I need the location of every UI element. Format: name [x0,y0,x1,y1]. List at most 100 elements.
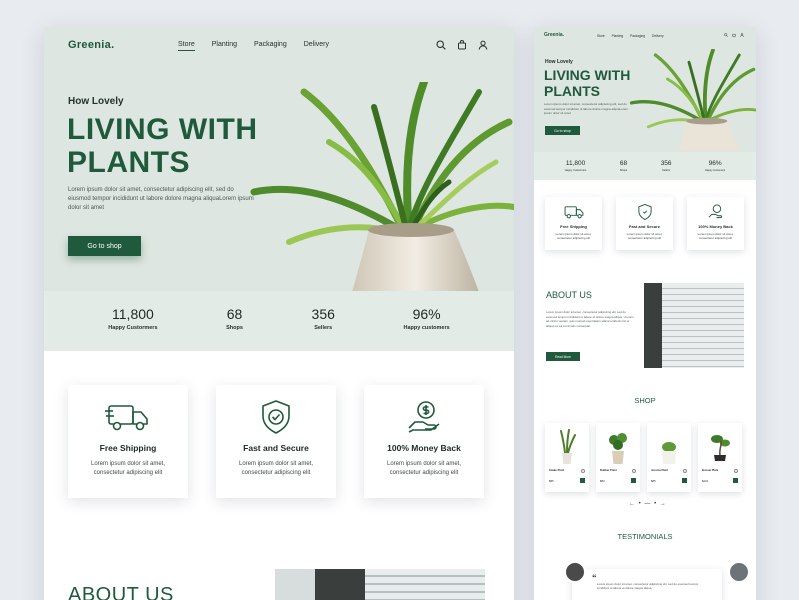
avatar[interactable] [728,561,750,583]
product-list: Snake Plant $85 Rubber Plant $80 Jessica… [545,423,742,492]
feature-description: Lorem ipsum dolor sit amet, consectetur … [90,461,166,476]
product-card[interactable]: Jessica Plant $85 [647,423,691,492]
add-to-cart-button[interactable] [733,478,738,483]
feature-card-money-back[interactable]: 100% Money Back Lorem ipsum dolor sit am… [687,197,744,250]
product-price: $85 [549,479,554,483]
nav-item-store[interactable]: Store [178,41,195,51]
heart-icon[interactable] [632,469,636,473]
feature-title: Free Shipping [99,443,157,453]
hero-plant-image [629,49,756,151]
stat-label: Sellers [314,325,333,331]
brand-logo[interactable]: Greenia. [68,39,114,51]
feature-card-shipping[interactable]: Free Shipping Lorem ipsum dolor sit amet… [68,385,188,498]
hero-description: Lorem ipsum dolor sit amet, consectetur … [68,187,254,211]
product-card[interactable]: Rubber Plant $80 [596,423,640,492]
feature-description: Lorem ipsum dolor sit amet, consectetur … [555,232,592,240]
hero-title: LIVING WITH PLANTS [67,113,307,179]
stat-value: 11,800 [112,306,154,322]
stat-value: 11,800 [565,160,586,167]
hero-eyebrow: How Lovely [68,96,124,107]
shop-title: SHOP [634,396,656,405]
feature-title: Free Shipping [560,224,587,229]
user-icon[interactable] [740,33,744,37]
bag-icon[interactable] [457,40,467,50]
heart-icon[interactable] [734,469,738,473]
money-hand-icon [408,401,440,433]
bag-icon[interactable] [732,33,736,37]
stat-value: 68 [619,160,628,167]
stat-item: 96% Happy customers [705,152,725,180]
product-card[interactable]: Bonsai Plant $210 [698,423,742,492]
main-menu: Store Planting Packaging Delivery [178,41,329,51]
go-to-shop-button[interactable]: Go to shop [68,236,141,256]
product-card[interactable]: Snake Plant $85 [545,423,589,492]
about-image [275,569,485,600]
feature-title: Fast and Secure [629,224,660,229]
product-name: Rubber Plant [600,469,617,472]
feature-card-secure[interactable]: Fast and Secure Lorem ipsum dolor sit am… [216,385,336,498]
hero-description: Lorem ipsum dolor sit amet, consectetur … [544,102,629,115]
feature-card-secure[interactable]: Fast and Secure Lorem ipsum dolor sit am… [616,197,673,250]
add-to-cart-button[interactable] [682,478,687,483]
product-name: Bonsai Plant [702,469,719,472]
about-text: Lorem ipsum dolor sit amet, consectetur … [546,310,634,328]
feature-card-shipping[interactable]: Free Shipping Lorem ipsum dolor sit amet… [545,197,602,250]
stat-item: 68 Shops [620,152,627,180]
rubber-plant-image [609,433,627,464]
feature-title: 100% Money Back [698,224,733,229]
feature-description: Lorem ipsum dolor sit amet, consectetur … [238,461,314,476]
user-icon[interactable] [478,40,488,50]
product-name: Jessica Plant [651,469,669,472]
read-more-button[interactable]: Read More [546,352,580,361]
avatar[interactable] [564,561,586,583]
testimonial-card: “ Lorem ipsum dolor sit amet, consectetu… [572,569,722,600]
stat-label: Sellers [662,168,671,172]
carousel-pager[interactable]: ← • — • → [629,501,667,507]
jessica-plant-image [662,442,676,464]
top-navbar: Greenia. Store Planting Packaging Delive… [44,27,514,67]
feature-title: 100% Money Back [387,443,461,453]
hero-title-line-1: LIVING WITH [544,67,631,83]
main-menu: Store Planting Packaging Delivery [597,34,664,38]
truck-icon [564,206,583,219]
go-to-shop-button[interactable]: Go to shop [545,126,580,135]
nav-icons [724,33,744,37]
hero-title-line-1: LIVING WITH [67,113,258,146]
stat-value: 356 [660,160,672,167]
stat-item: 96% Happy customers [404,291,450,351]
feature-card-money-back[interactable]: 100% Money Back Lorem ipsum dolor sit am… [364,385,484,498]
about-image [644,283,744,368]
stat-value: 96% [708,160,722,167]
nav-item-delivery[interactable]: Delivery [304,41,329,48]
nav-item-store[interactable]: Store [597,34,605,38]
features-row: Free Shipping Lorem ipsum dolor sit amet… [68,385,488,498]
bonsai-plant-image [711,435,730,461]
hero-title-line-2: PLANTS [67,146,190,179]
add-to-cart-button[interactable] [580,478,585,483]
stats-bar: 11,800 Happy Custormers 68 Shops 356 Seller… [44,291,514,351]
nav-item-planting[interactable]: Planting [212,41,237,48]
feature-description: Lorem ipsum dolor sit amet, consectetur … [697,232,734,240]
search-icon[interactable] [436,40,446,50]
nav-item-delivery[interactable]: Delivery [652,34,664,38]
testimonials-title: TESTIMONIALS [617,532,673,541]
brand-logo[interactable]: Greenia. [544,32,564,38]
stat-value: 68 [226,306,243,322]
stat-label: Happy Custormers [564,168,587,172]
feature-title: Fast and Secure [243,443,309,453]
search-icon[interactable] [724,33,728,37]
add-to-cart-button[interactable] [631,478,636,483]
nav-item-packaging[interactable]: Packaging [254,41,287,48]
heart-icon[interactable] [581,469,585,473]
nav-item-planting[interactable]: Planting [612,34,624,38]
nav-item-packaging[interactable]: Packaging [630,34,645,38]
stat-value: 96% [412,306,441,322]
product-price: $80 [600,479,605,483]
stat-item: 11,800 Happy Custormers [108,291,157,351]
desktop-mockup: Greenia. Store Planting Packaging Delive… [44,27,514,600]
heart-icon[interactable] [683,469,687,473]
features-row: Free Shipping Lorem ipsum dolor sit amet… [545,197,744,250]
shield-icon [637,204,652,220]
product-name: Snake Plant [549,469,565,472]
mobile-mockup: Greenia. Store Planting Packaging Delive… [534,27,756,600]
